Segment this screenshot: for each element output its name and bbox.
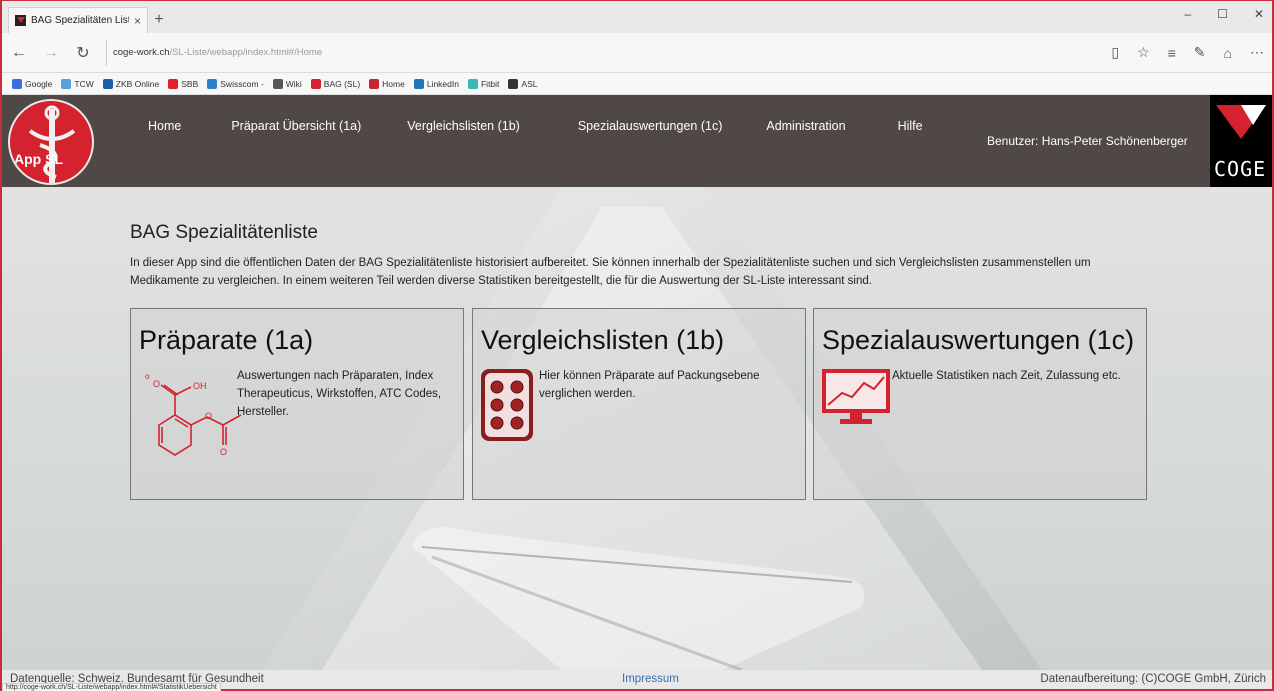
close-window-button[interactable]: ✕ bbox=[1254, 7, 1264, 21]
favorite-label: Google bbox=[25, 78, 53, 89]
app-sl-logo[interactable]: App SL bbox=[8, 99, 94, 185]
svg-text:O: O bbox=[153, 379, 160, 389]
favorite-site-icon bbox=[310, 78, 321, 89]
site-header: App SL Home Präparat Übersicht (1a) Verg… bbox=[2, 95, 1272, 187]
intro-text: In dieser App sind die öffentlichen Date… bbox=[130, 257, 1091, 287]
nav-spezialauswertungen[interactable]: Spezialauswertungen (1c) bbox=[578, 119, 723, 133]
new-tab-button[interactable]: + bbox=[148, 7, 170, 33]
card-title: Spezialauswertungen (1c) bbox=[822, 325, 1135, 355]
favorite-star-icon[interactable]: ☆ bbox=[1137, 44, 1150, 61]
favorite-label: TCW bbox=[74, 78, 94, 89]
url-path: /SL-Liste/webapp/index.html#/Home bbox=[169, 47, 323, 58]
user-label: Benutzer: Hans-Peter Schönenberger bbox=[987, 134, 1188, 148]
caduceus-icon bbox=[28, 105, 76, 183]
share-icon[interactable]: ⌂ bbox=[1224, 45, 1232, 61]
favorite-item[interactable]: ZKB Online bbox=[102, 78, 160, 89]
favorites-bar: Google TCW ZKB Online SBB Swisscom - Wiki BAG … bbox=[2, 73, 1272, 95]
pill-blister-icon bbox=[481, 369, 533, 441]
favorite-site-icon bbox=[369, 78, 380, 89]
favorite-item[interactable]: Swisscom - bbox=[207, 78, 264, 89]
favorite-label: LinkedIn bbox=[426, 78, 459, 89]
favorite-label: Fitbit bbox=[480, 78, 500, 89]
url-field[interactable]: coge-work.ch/SL-Liste/webapp/index.html#… bbox=[106, 39, 1097, 66]
hub-icon[interactable]: ≡ bbox=[1168, 45, 1176, 61]
page-title: BAG Spezialitätenliste bbox=[130, 222, 318, 243]
browser-tools: ▯ ☆ ≡ ✎ ⌂ ⋯ bbox=[1111, 44, 1264, 61]
url-host: coge-work.ch bbox=[113, 47, 170, 58]
favorite-site-icon bbox=[207, 78, 218, 89]
refresh-icon[interactable]: ↻ bbox=[74, 43, 92, 63]
nav-vergleichslisten[interactable]: Vergleichslisten (1b) bbox=[407, 119, 520, 133]
card-praeparate[interactable]: Präparate (1a) o O OH O O Auswertungen n… bbox=[130, 308, 464, 500]
nav-home[interactable]: Home bbox=[148, 119, 181, 133]
favorite-label: Wiki bbox=[285, 78, 302, 89]
svg-text:O: O bbox=[205, 411, 212, 421]
status-url-tooltip: http://coge-work.ch/SL-Liste/webapp/inde… bbox=[2, 683, 221, 691]
card-title: Präparate (1a) bbox=[139, 325, 314, 355]
favorite-item[interactable]: BAG (SL) bbox=[310, 78, 361, 89]
nav-praeparat-uebersicht[interactable]: Präparat Übersicht (1a) bbox=[231, 119, 361, 133]
forward-arrow-icon[interactable]: → bbox=[42, 44, 60, 62]
favorite-label: ASL bbox=[521, 78, 538, 89]
more-icon[interactable]: ⋯ bbox=[1250, 44, 1264, 61]
reading-view-icon[interactable]: ▯ bbox=[1111, 44, 1119, 61]
browser-tab[interactable]: BAG Spezialitäten Liste × bbox=[8, 7, 148, 33]
card-vergleichslisten[interactable]: Vergleichslisten (1b) Hier können Präpar… bbox=[472, 308, 806, 500]
favorite-site-icon bbox=[508, 78, 519, 89]
main-content: BAG Spezialitätenliste In dieser App sin… bbox=[2, 187, 1272, 670]
favorite-item[interactable]: LinkedIn bbox=[413, 78, 459, 89]
card-spezialauswertungen[interactable]: Spezialauswertungen (1c) Aktuelle Statis… bbox=[813, 308, 1147, 500]
favorite-item[interactable]: Home bbox=[369, 78, 405, 89]
minimize-button[interactable]: – bbox=[1184, 7, 1191, 21]
coge-triangle-icon bbox=[1216, 105, 1266, 139]
browser-titlebar: BAG Spezialitäten Liste × + – ☐ ✕ bbox=[2, 1, 1272, 33]
coge-brand-text: COGE bbox=[1214, 157, 1267, 181]
footer-credit: Datenaufbereitung: (C)COGE GmbH, Zürich bbox=[1040, 673, 1266, 685]
chart-monitor-icon bbox=[822, 369, 890, 424]
svg-text:o: o bbox=[145, 372, 150, 381]
favorite-label: ZKB Online bbox=[115, 78, 160, 89]
maximize-button[interactable]: ☐ bbox=[1217, 7, 1228, 21]
favorite-label: BAG (SL) bbox=[323, 78, 361, 89]
back-arrow-icon[interactable]: ← bbox=[10, 44, 28, 62]
impressum-link[interactable]: Impressum bbox=[622, 673, 679, 685]
molecule-icon: o O OH O O bbox=[145, 372, 242, 457]
card-text: Hier können Präparate auf Packungsebene … bbox=[539, 370, 760, 400]
tab-close-icon[interactable]: × bbox=[134, 14, 141, 28]
favorite-site-icon bbox=[168, 78, 179, 89]
favorite-site-icon bbox=[413, 78, 424, 89]
favorite-item[interactable]: Google bbox=[12, 78, 53, 89]
favorite-label: Swisscom - bbox=[220, 78, 264, 89]
card-text: Aktuelle Statistiken nach Zeit, Zulassun… bbox=[892, 370, 1121, 382]
favorite-site-icon bbox=[102, 78, 113, 89]
favorite-site-icon bbox=[12, 78, 22, 89]
address-toolbar: ← → ↻ coge-work.ch/SL-Liste/webapp/index… bbox=[2, 33, 1272, 73]
card-text: Auswertungen nach Präparaten, Index Ther… bbox=[237, 370, 442, 418]
logo-text: App SL bbox=[14, 151, 63, 167]
favorite-site-icon bbox=[61, 78, 72, 89]
nav-administration[interactable]: Administration bbox=[766, 119, 845, 133]
favorite-label: Home bbox=[382, 78, 405, 89]
main-nav: Home Präparat Übersicht (1a) Vergleichsl… bbox=[148, 119, 923, 133]
favorite-site-icon bbox=[467, 78, 478, 89]
web-note-icon[interactable]: ✎ bbox=[1194, 44, 1206, 61]
window-controls: – ☐ ✕ bbox=[1184, 7, 1264, 21]
svg-text:OH: OH bbox=[193, 381, 207, 391]
card-title: Vergleichslisten (1b) bbox=[481, 325, 725, 355]
tab-title: BAG Spezialitäten Liste bbox=[31, 15, 129, 26]
favorite-item[interactable]: Wiki bbox=[272, 78, 302, 89]
coge-logo: COGE bbox=[1210, 95, 1272, 187]
favorite-label: SBB bbox=[181, 78, 199, 89]
favorite-site-icon bbox=[272, 78, 283, 89]
svg-text:O: O bbox=[220, 447, 227, 457]
favorite-item[interactable]: Fitbit bbox=[467, 78, 500, 89]
coge-favicon-icon bbox=[15, 15, 26, 26]
nav-hilfe[interactable]: Hilfe bbox=[898, 119, 923, 133]
favorite-item[interactable]: TCW bbox=[61, 78, 94, 89]
favorite-item[interactable]: ASL bbox=[508, 78, 538, 89]
favorite-item[interactable]: SBB bbox=[168, 78, 199, 89]
